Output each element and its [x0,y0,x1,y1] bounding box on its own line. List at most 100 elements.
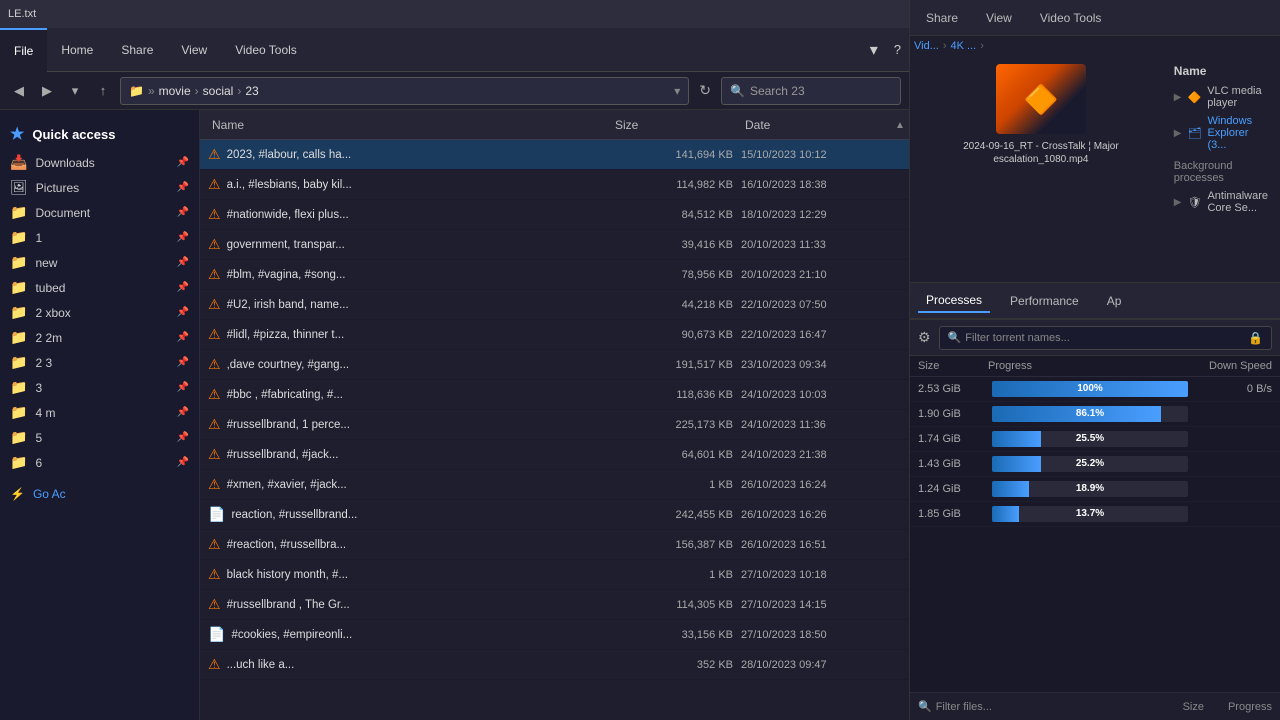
expand-icon: ▶ [1174,92,1182,103]
title-text: LE.txt [8,8,36,20]
table-row[interactable]: ⚠ #russellbrand, 1 perce... 225,173 KB 2… [200,410,909,440]
torrent-search-icon: 🔍 [948,331,962,344]
tm-vlc-item[interactable]: ▶ 🔶 VLC media player [1174,82,1268,112]
table-row[interactable]: ⚠ #xmen, #xavier, #jack... 1 KB 26/10/20… [200,470,909,500]
vlc-item-label: VLC media player [1207,85,1268,109]
refresh-button[interactable]: ↻ [695,82,715,99]
table-row[interactable]: ⚠ #nationwide, flexi plus... 84,512 KB 1… [200,200,909,230]
tab-file[interactable]: File [0,28,47,72]
tm-antimalware-item[interactable]: ▶ 🛡 Antimalware Core Se... [1174,187,1268,217]
dropdown-history-button[interactable]: ▾ [64,80,86,102]
back-button[interactable]: ◀ [8,80,30,102]
tm-processes-tab[interactable]: Processes [918,289,990,313]
sidebar-item-5[interactable]: 📁 5 📌 [0,425,199,450]
filter-search[interactable]: 🔍 Filter files... [918,700,992,713]
search-label: Search 23 [750,84,805,98]
table-row[interactable]: ⚠ black history month, #... 1 KB 27/10/2… [200,560,909,590]
sidebar-item-tubed[interactable]: 📁 tubed 📌 [0,275,199,300]
sidebar-item-1[interactable]: 📁 1 📌 [0,225,199,250]
bc-vid[interactable]: Vid... [914,40,939,52]
table-row[interactable]: ⚠ ,dave courtney, #gang... 191,517 KB 23… [200,350,909,380]
table-row[interactable]: 📄 reaction, #russellbrand... 242,455 KB … [200,500,909,530]
sidebar-item-new[interactable]: 📁 new 📌 [0,250,199,275]
tm-videotools-tab[interactable]: Video Tools [1032,7,1110,29]
list-item[interactable]: 1.43 GiB 25.2% [910,452,1280,477]
file-type-icon: ⚠ [208,446,221,463]
file-name-text: #russellbrand, #jack... [227,449,339,461]
bc-arrow: › [943,40,947,52]
path-23[interactable]: 23 [245,84,258,98]
sidebar-item-4m[interactable]: 📁 4 m 📌 [0,400,199,425]
tm-view-tab[interactable]: View [978,7,1020,29]
path-social[interactable]: social [203,84,234,98]
antimalware-label: Antimalware Core Se... [1207,190,1268,214]
file-explorer: LE.txt File Home Share View Video Tools … [0,0,910,720]
sidebar-item-document[interactable]: 📁 Document 📌 [0,200,199,225]
up-button[interactable]: ↑ [92,80,114,102]
file-size: 114,305 KB [611,599,741,611]
tab-share[interactable]: Share [107,28,167,72]
sidebar-item-2xbox[interactable]: 📁 2 xbox 📌 [0,300,199,325]
torrent-search-placeholder: Filter torrent names... [965,332,1070,344]
sidebar-item-3[interactable]: 📁 3 📌 [0,375,199,400]
gear-icon[interactable]: ⚙ [918,329,931,346]
search-box[interactable]: 🔍 Search 23 [721,77,901,105]
tm-explorer-item[interactable]: ▶ 🗂 Windows Explorer (3... [1174,112,1268,154]
col-header-name[interactable]: Name [208,118,611,132]
bc-arrow2: › [980,40,984,52]
address-path[interactable]: 📁 » movie › social › 23 ▾ [120,77,689,105]
sidebar-item-6[interactable]: 📁 6 📌 [0,450,199,475]
table-row[interactable]: ⚠ #blm, #vagina, #song... 78,956 KB 20/1… [200,260,909,290]
table-row[interactable]: ⚠ #russellbrand, #jack... 64,601 KB 24/1… [200,440,909,470]
tm-share-tab[interactable]: Share [918,7,966,29]
sidebar-item-pictures[interactable]: 🖼 Pictures 📌 [0,175,199,200]
file-type-icon: ⚠ [208,326,221,343]
expand-icon: ▶ [1174,128,1182,139]
file-date: 22/10/2023 07:50 [741,299,901,311]
sidebar-item-downloads[interactable]: 📥 Downloads 📌 [0,150,199,175]
scroll-up-button[interactable]: ▲ [891,110,909,140]
table-row[interactable]: ⚠ #lidl, #pizza, thinner t... 90,673 KB … [200,320,909,350]
forward-button[interactable]: ▶ [36,80,58,102]
table-row[interactable]: ⚠ a.i., #lesbians, baby kil... 114,982 K… [200,170,909,200]
torrent-size: 1.74 GiB [918,433,988,445]
tm-ap-tab[interactable]: Ap [1099,290,1130,312]
torrent-search-box[interactable]: 🔍 Filter torrent names... 🔒 [939,326,1272,350]
folder-icon: 📁 [10,404,27,421]
table-row[interactable]: ⚠ #U2, irish band, name... 44,218 KB 22/… [200,290,909,320]
folder-icon: 📁 [10,329,27,346]
help-button[interactable]: ? [886,42,909,57]
tab-view[interactable]: View [167,28,221,72]
path-dropdown[interactable]: ▾ [674,84,680,98]
file-name-text: ...uch like a... [227,659,295,671]
file-date: 24/10/2023 11:36 [741,419,901,431]
list-item[interactable]: 1.74 GiB 25.5% [910,427,1280,452]
list-item[interactable]: 1.24 GiB 18.9% [910,477,1280,502]
table-row[interactable]: ⚠ #reaction, #russellbra... 156,387 KB 2… [200,530,909,560]
pin-icon: 📌 [177,407,189,418]
list-item[interactable]: 1.85 GiB 13.7% [910,502,1280,527]
table-row[interactable]: ⚠ ...uch like a... 352 KB 28/10/2023 09:… [200,650,909,680]
table-row[interactable]: ⚠ government, transpar... 39,416 KB 20/1… [200,230,909,260]
table-row[interactable]: ⚠ 2023, #labour, calls ha... 141,694 KB … [200,140,909,170]
table-row[interactable]: ⚠ #russellbrand , The Gr... 114,305 KB 2… [200,590,909,620]
path-movie[interactable]: movie [159,84,191,98]
tab-videotools[interactable]: Video Tools [221,28,311,72]
file-type-icon: ⚠ [208,566,221,583]
col-header-size[interactable]: Size [611,118,741,132]
tm-performance-tab[interactable]: Performance [1002,290,1087,312]
bc-4k[interactable]: 4K ... [951,40,977,52]
sidebar-item-22m[interactable]: 📁 2 2m 📌 [0,325,199,350]
ribbon-dropdown[interactable]: ▾ [862,40,886,60]
file-name-text: #nationwide, flexi plus... [227,209,349,221]
tab-home[interactable]: Home [47,28,107,72]
table-row[interactable]: 📄 #cookies, #empireonli... 33,156 KB 27/… [200,620,909,650]
list-item[interactable]: 1.90 GiB 86.1% [910,402,1280,427]
table-row[interactable]: ⚠ #bbc , #fabricating, #... 118,636 KB 2… [200,380,909,410]
tm-name-col-header: Name [1174,64,1268,82]
sidebar-item-23[interactable]: 📁 2 3 📌 [0,350,199,375]
sidebar-item-goac[interactable]: ⚡ Go Ac [0,483,199,505]
expand-icon: ▶ [1174,197,1182,208]
list-item[interactable]: 2.53 GiB 100% 0 B/s [910,377,1280,402]
col-header-date[interactable]: Date [741,118,901,132]
